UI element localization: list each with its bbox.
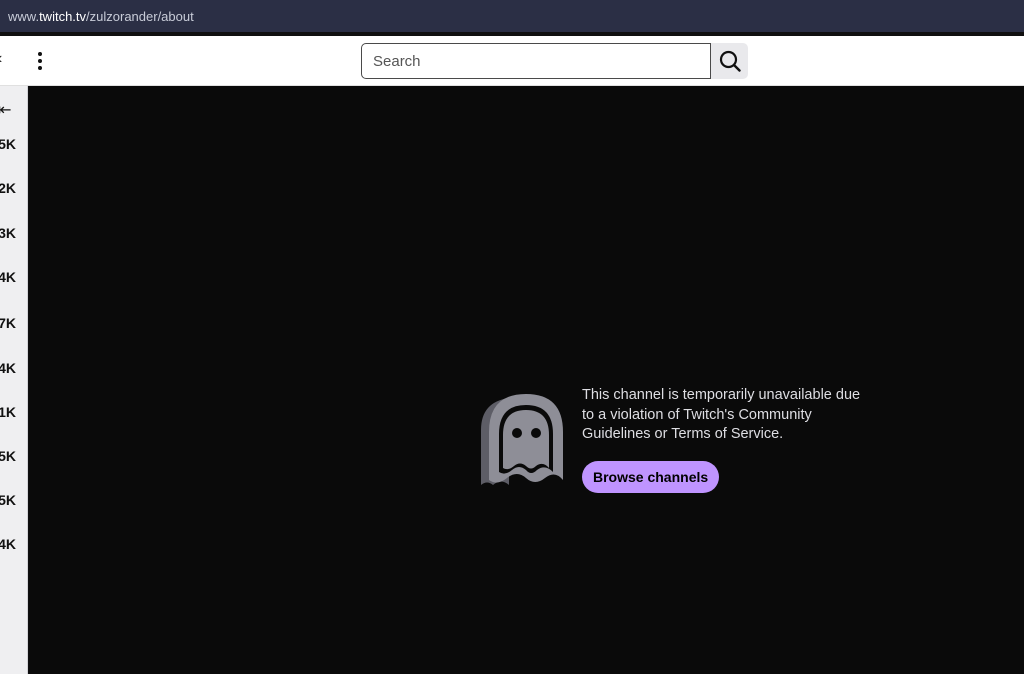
search-button[interactable] [711,43,748,79]
main-content: This channel is temporarily unavailable … [29,86,1024,674]
url-host: twitch.tv [39,8,87,24]
sidebar-viewer-count[interactable]: 4K [0,269,16,285]
sidebar-viewer-count[interactable]: .1K [0,404,16,420]
search-icon [719,50,741,72]
search-input[interactable] [361,43,711,79]
sidebar-viewer-count[interactable]: 5K [0,492,16,508]
sidebar-viewer-count[interactable]: 5K [0,136,16,152]
sidebar-viewer-count[interactable]: 7K [0,315,16,331]
url-prefix: www. [8,8,40,24]
sidebar-viewer-count[interactable]: 2K [0,180,16,196]
sidebar-viewer-count[interactable]: 4K [0,536,16,552]
collapse-sidebar-icon[interactable]: ⇤ [0,100,11,120]
sidebar: ⇤ 5K 2K 3K 4K 7K 4K .1K 5K 5K 4K [0,86,28,674]
top-nav: ‹ [0,36,1024,86]
nav-edge-glyph[interactable]: ‹ [0,50,2,68]
more-vertical-icon [38,52,42,70]
url-path: /zulzorander/about [86,8,194,24]
sidebar-viewer-count[interactable]: 3K [0,225,16,241]
browse-channels-button[interactable]: Browse channels [582,460,720,493]
search-bar [361,43,748,79]
ghost-icon [481,394,563,485]
sidebar-viewer-count[interactable]: 5K [0,448,16,464]
sidebar-viewer-count[interactable]: 4K [0,360,16,376]
unavailable-message: This channel is temporarily unavailable … [582,387,861,442]
browser-url-bar[interactable]: www. twitch.tv/zulzorander/about [0,0,1024,32]
more-options-button[interactable] [28,49,52,73]
notice-text-column: This channel is temporarily unavailable … [582,386,872,493]
channel-unavailable-notice: This channel is temporarily unavailable … [481,386,872,493]
